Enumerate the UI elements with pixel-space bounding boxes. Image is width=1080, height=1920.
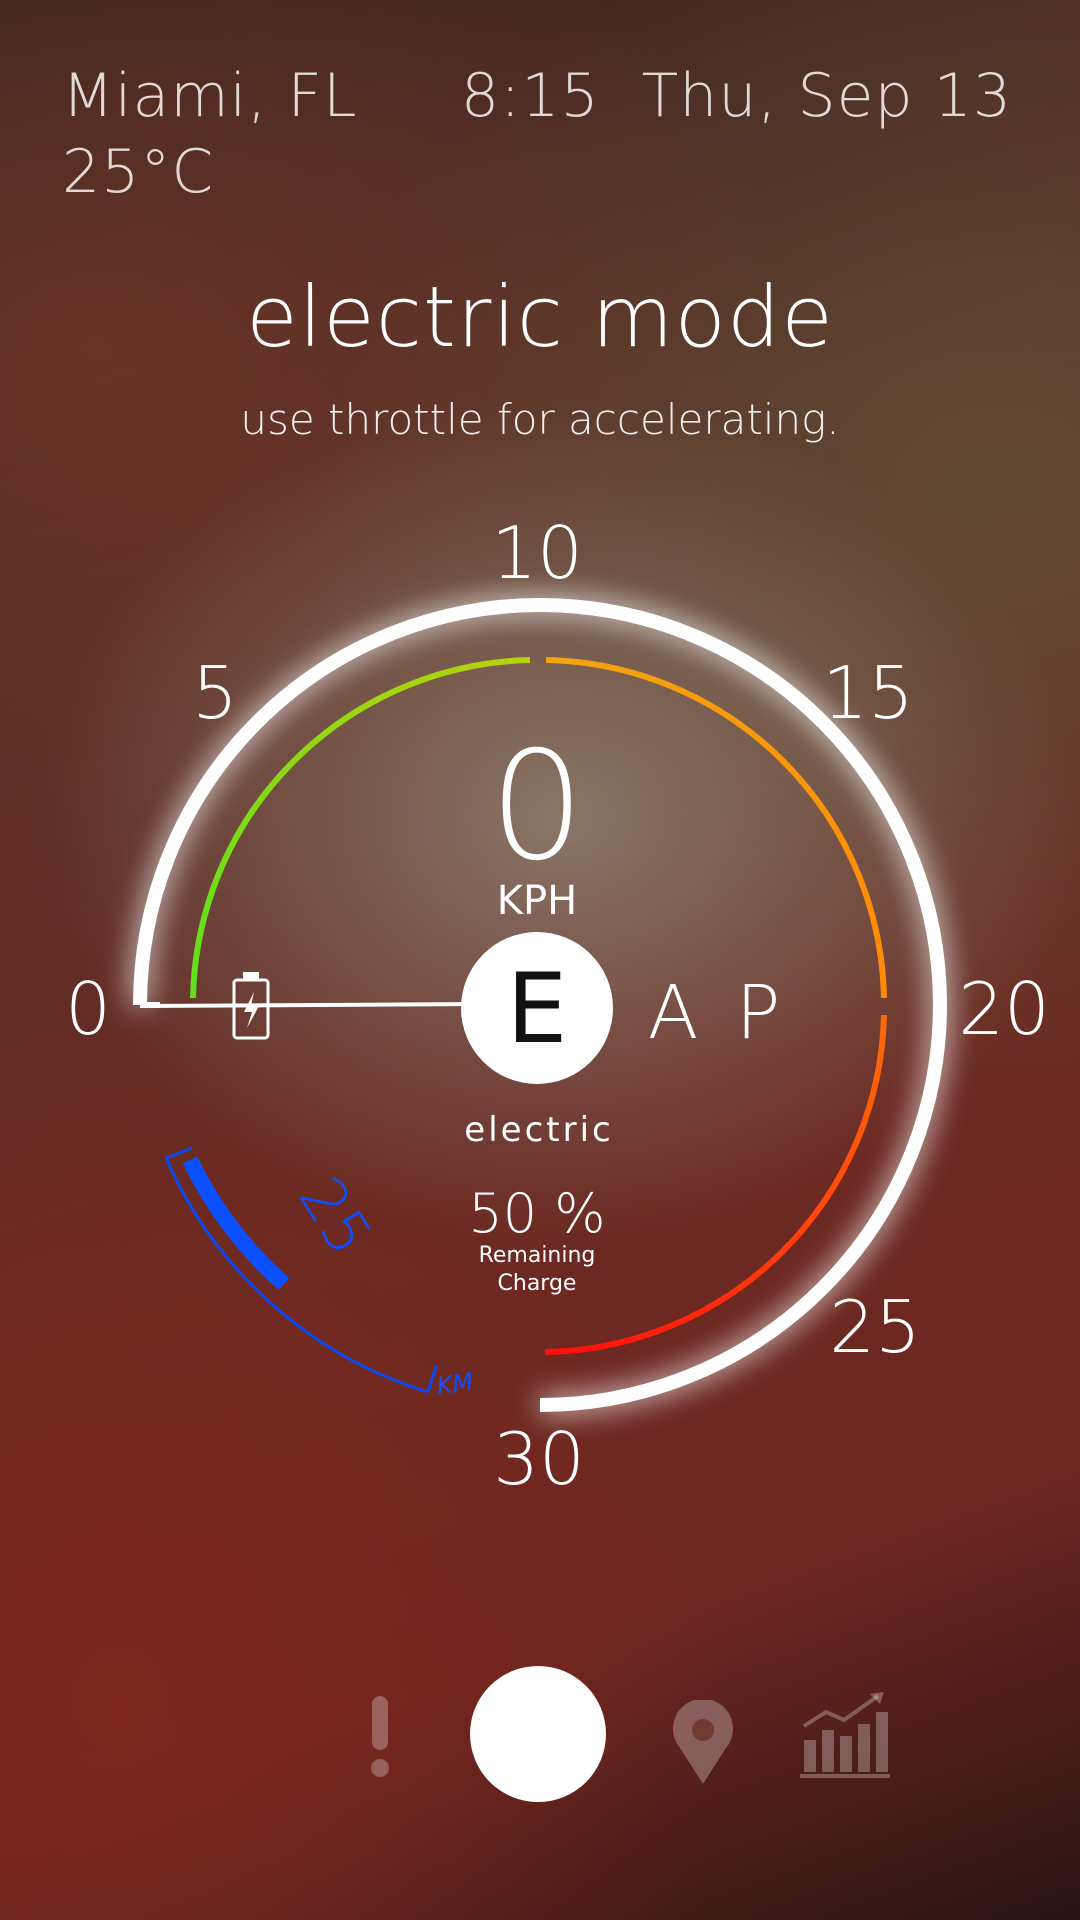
tick-label-15: 15 <box>822 651 914 735</box>
stats-chart-icon[interactable] <box>800 1690 890 1778</box>
tick-label-20: 20 <box>958 967 1050 1051</box>
time-label: 8:15 <box>460 61 600 131</box>
bottom-nav <box>0 1660 1080 1810</box>
tick-label-10: 10 <box>491 511 583 595</box>
speed-unit: KPH <box>497 878 577 924</box>
range-value: 25 <box>285 1165 385 1267</box>
speedometer-gauge: 0 5 10 15 20 25 30 0 KPH E A P electric … <box>65 511 1050 1500</box>
tick-label-5: 5 <box>192 651 238 735</box>
gear-selected-letter[interactable]: E <box>507 953 568 1065</box>
map-pin-icon[interactable] <box>672 1698 734 1784</box>
gear-mode-label: electric <box>464 1110 613 1150</box>
date-label: Thu, Sep 13 <box>641 61 1012 131</box>
range-start-cap <box>165 1146 193 1160</box>
alert-icon[interactable] <box>368 1696 392 1778</box>
weather-widget: Miami, FL 25°C <box>62 58 357 210</box>
temperature-label: 25°C <box>62 137 215 207</box>
speed-needle <box>139 1002 481 1008</box>
speed-zone-green-arc <box>190 657 531 999</box>
range-fill-arc <box>182 1156 290 1290</box>
battery-caption-line1: Remaining <box>479 1243 596 1268</box>
battery-percent: 50 % <box>468 1182 605 1245</box>
mode-title: electric mode <box>246 268 834 366</box>
speed-value: 0 <box>489 720 584 894</box>
gear-option-p[interactable]: P <box>736 970 781 1056</box>
tick-label-25: 25 <box>829 1285 921 1369</box>
tick-label-30: 30 <box>493 1417 585 1500</box>
home-circle-button[interactable] <box>470 1666 606 1802</box>
clock-widget: 8:15 Thu, Sep 13 <box>461 58 1012 134</box>
location-label: Miami, FL <box>62 61 358 131</box>
mode-subtitle: use throttle for accelerating. <box>240 395 840 444</box>
tick-label-0: 0 <box>65 967 111 1051</box>
range-unit: KM <box>435 1368 475 1401</box>
battery-caption-line2: Charge <box>498 1271 577 1296</box>
gear-option-a[interactable]: A <box>648 970 699 1056</box>
